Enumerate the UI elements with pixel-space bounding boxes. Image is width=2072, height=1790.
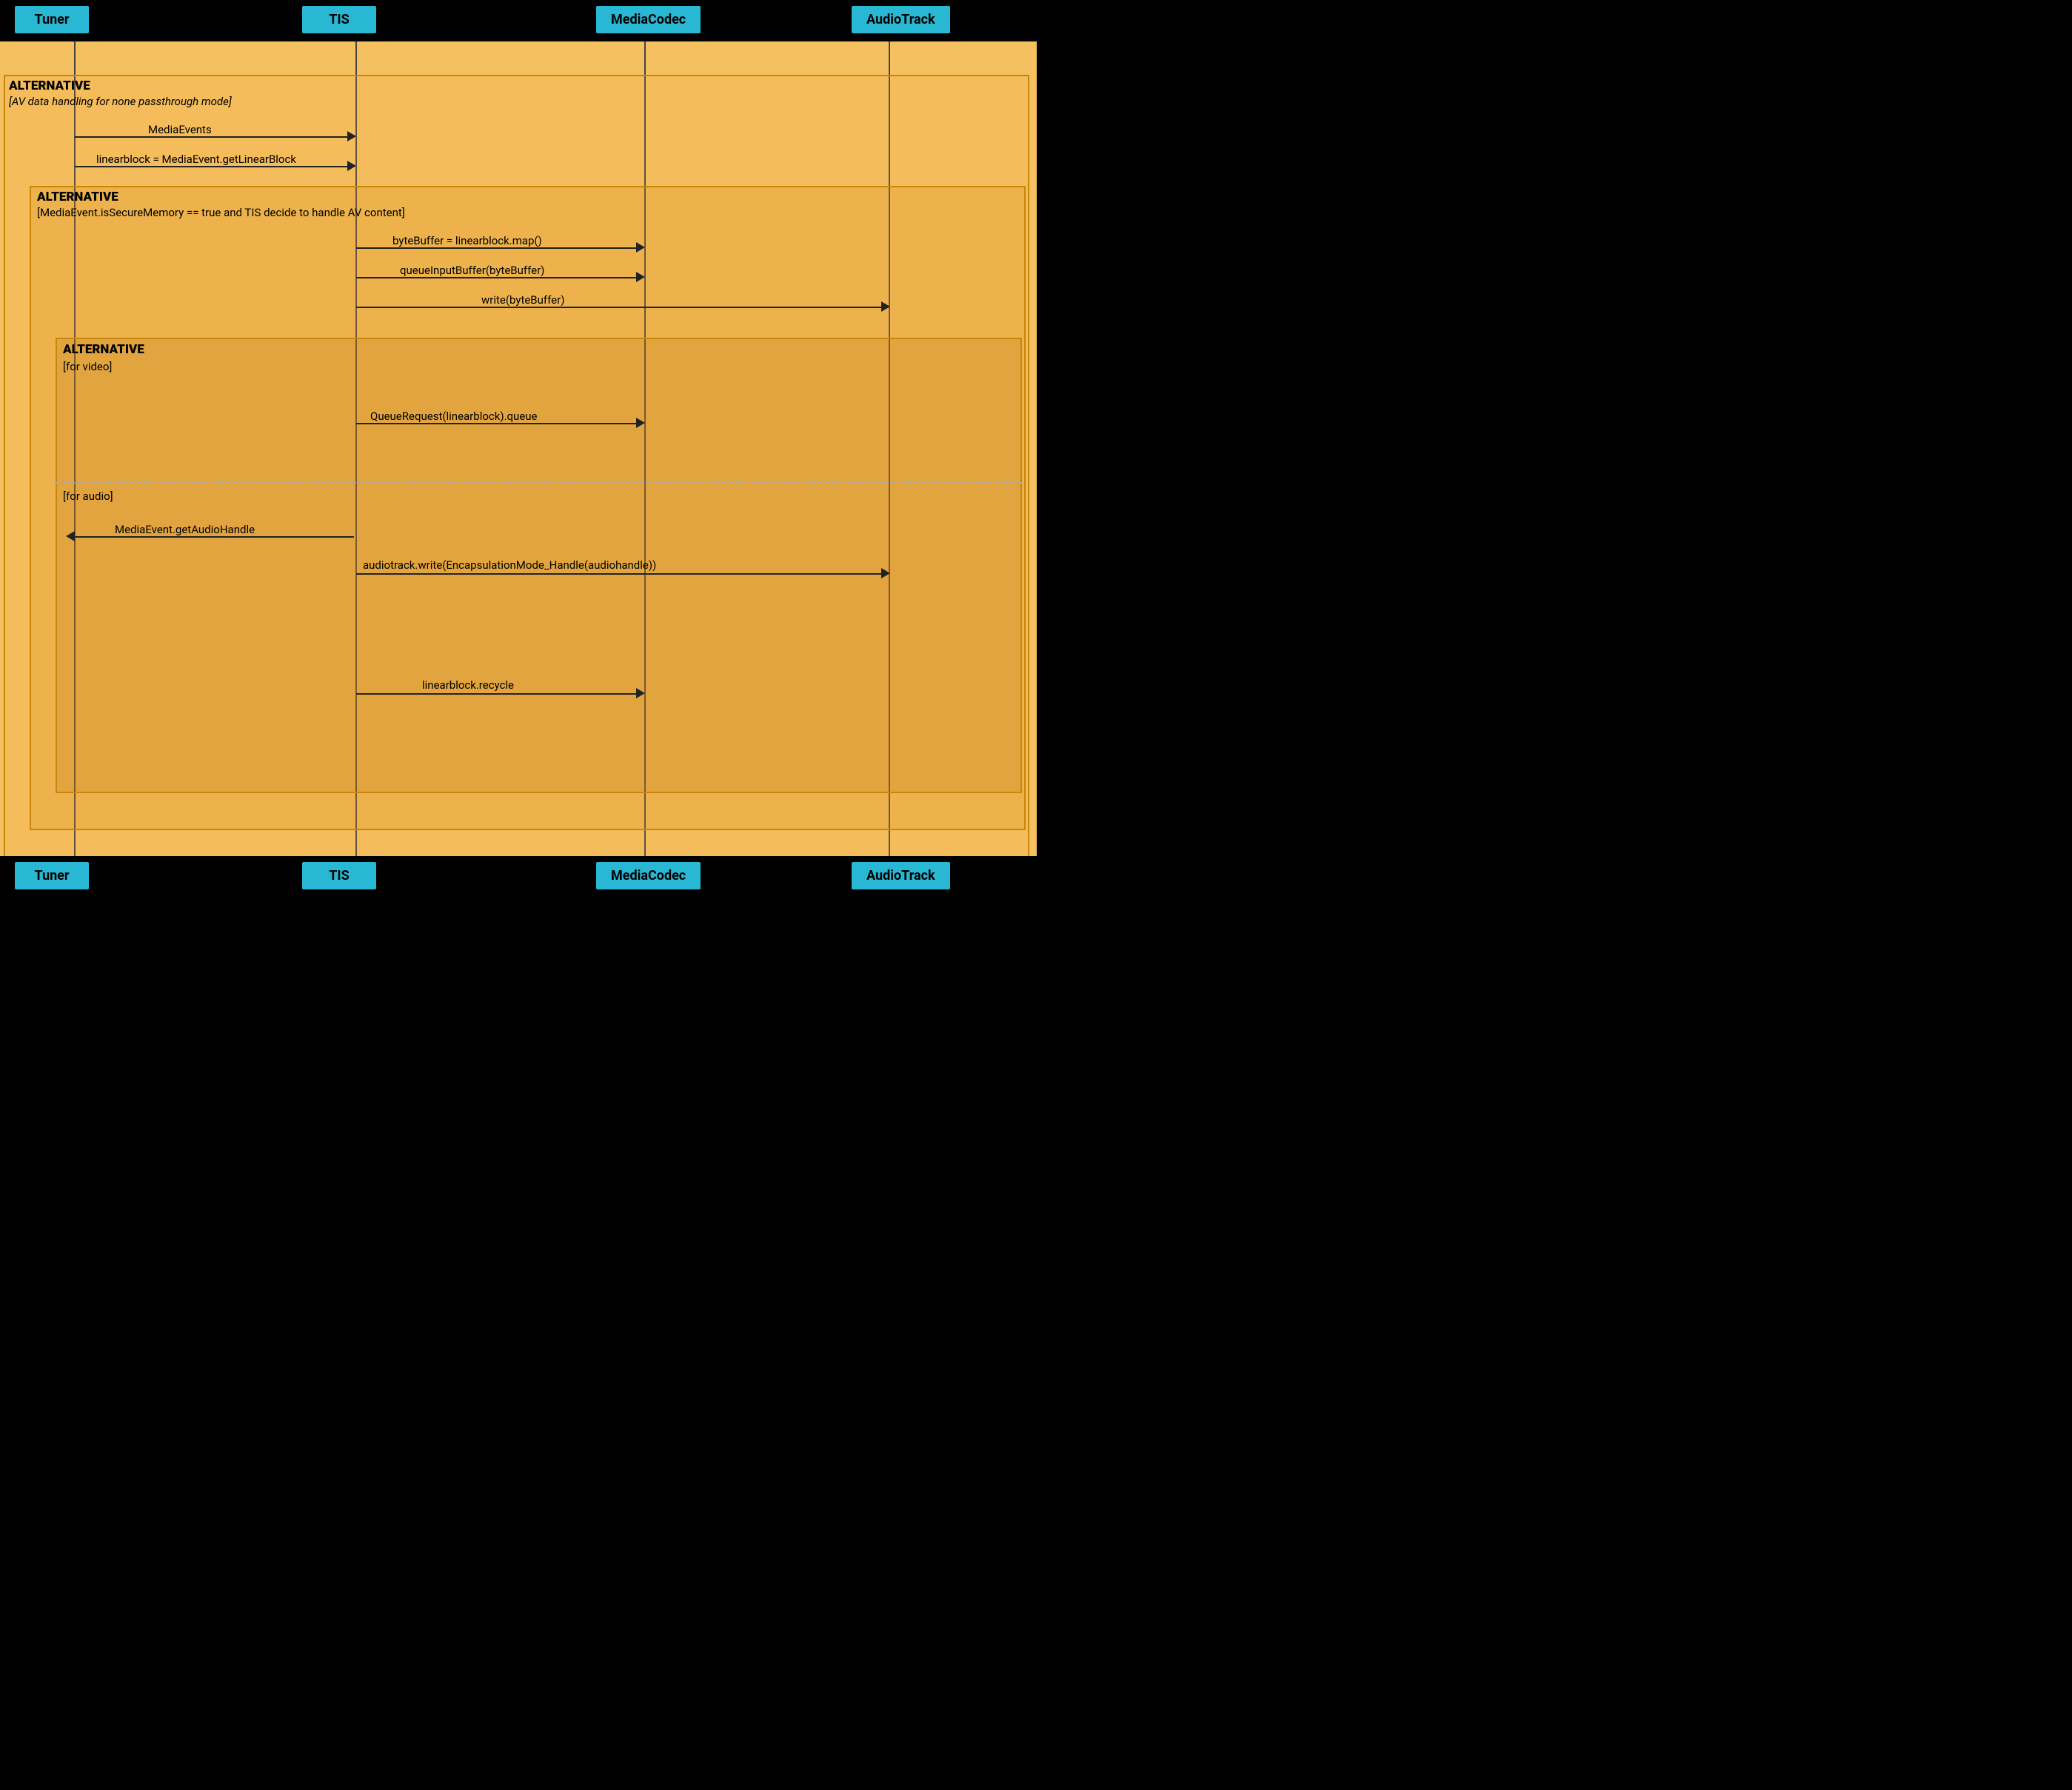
header-row: Tuner TIS MediaCodec AudioTrack [0, 0, 1037, 41]
actor-mediacodec-top: MediaCodec [596, 6, 701, 33]
arrow-linearblock [75, 166, 353, 167]
actor-tuner-bottom: Tuner [15, 862, 89, 889]
actor-audiotrack-top: AudioTrack [852, 6, 950, 33]
label-queue-request: QueueRequest(linearblock).queue [370, 410, 538, 423]
alt-label-2: ALTERNATIVE [37, 190, 118, 204]
actor-mediacodec-bottom: MediaCodec [596, 862, 701, 889]
sequence-diagram: Tuner TIS MediaCodec AudioTrack ALTERNAT… [0, 0, 1037, 898]
label-bytebuffer: byteBuffer = linearblock.map() [392, 234, 542, 247]
arrowhead-linearblock-recycle [636, 688, 645, 698]
actor-tuner-top: Tuner [15, 6, 89, 33]
actor-audiotrack-bottom: AudioTrack [852, 862, 950, 889]
arrowhead-write-bytebuffer [881, 301, 890, 312]
label-linearblock-recycle: linearblock.recycle [422, 678, 514, 692]
arrow-audiotrack-write [356, 573, 887, 575]
footer-row: Tuner TIS MediaCodec AudioTrack [0, 856, 1037, 898]
arrow-queue-input [356, 277, 642, 278]
arrowhead-queue-request [636, 418, 645, 428]
alt-label-1: ALTERNATIVE [9, 79, 90, 93]
alt-condition-for-video: [for video] [63, 360, 112, 373]
arrow-media-events [75, 136, 353, 138]
alt-condition-2: [MediaEvent.isSecureMemory == true and T… [37, 206, 405, 219]
label-audiotrack-write: audiotrack.write(EncapsulationMode_Handl… [363, 558, 656, 572]
actor-tis-top: TIS [302, 6, 376, 33]
arrow-write-bytebuffer [356, 307, 887, 308]
arrowhead-get-audio-handle [66, 531, 75, 541]
dashed-divider [56, 482, 1022, 484]
arrowhead-queue-input [636, 272, 645, 282]
label-get-audio-handle: MediaEvent.getAudioHandle [115, 523, 255, 536]
arrow-linearblock-recycle [356, 693, 642, 695]
alt-label-3: ALTERNATIVE [63, 342, 144, 357]
label-linearblock: linearblock = MediaEvent.getLinearBlock [96, 153, 296, 166]
diagram-body: ALTERNATIVE [AV data handling for none p… [0, 41, 1037, 856]
arrowhead-linearblock [347, 161, 356, 171]
arrowhead-audiotrack-write [881, 568, 890, 578]
actor-tis-bottom: TIS [302, 862, 376, 889]
arrowhead-bytebuffer [636, 242, 645, 253]
label-queue-input: queueInputBuffer(byteBuffer) [400, 264, 544, 277]
alt-condition-1: [AV data handling for none passthrough m… [9, 95, 232, 108]
alt-condition-for-audio: [for audio] [63, 490, 113, 503]
label-media-events: MediaEvents [148, 123, 212, 136]
label-write-bytebuffer: write(byteBuffer) [481, 293, 564, 307]
arrowhead-media-events [347, 131, 356, 141]
arrow-get-audio-handle [75, 536, 354, 538]
arrow-queue-request [356, 423, 642, 424]
arrow-bytebuffer [356, 247, 642, 249]
